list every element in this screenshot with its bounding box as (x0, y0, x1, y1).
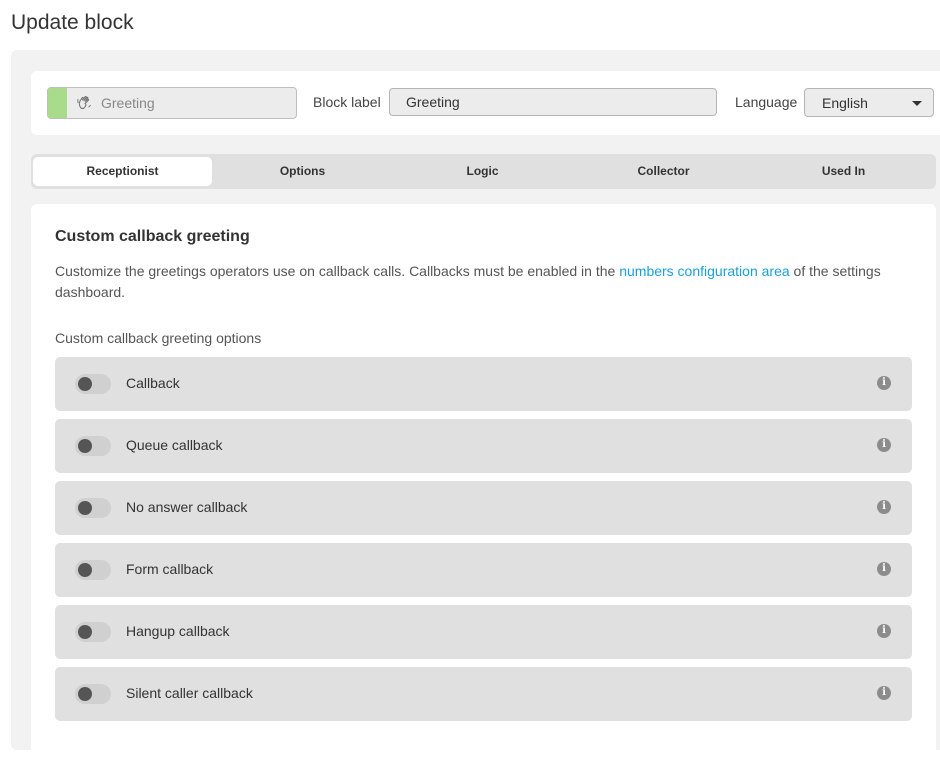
info-icon[interactable]: i (877, 624, 891, 638)
option-label: No answer callback (126, 499, 248, 515)
option-row-callback: Callback i (55, 357, 912, 411)
toggle-knob (78, 439, 92, 453)
info-icon[interactable]: i (877, 686, 891, 700)
waving-hand-icon (77, 95, 91, 110)
silent-caller-callback-toggle[interactable] (75, 684, 111, 704)
queue-callback-toggle[interactable] (75, 436, 111, 456)
option-label: Queue callback (126, 437, 223, 453)
toggle-knob (78, 563, 92, 577)
toggle-knob (78, 377, 92, 391)
option-row-silent-caller-callback: Silent caller callback i (55, 667, 912, 721)
numbers-configuration-link[interactable]: numbers configuration area (619, 263, 789, 279)
callback-toggle[interactable] (75, 374, 111, 394)
info-icon[interactable]: i (877, 562, 891, 576)
tab-used-in[interactable]: Used In (754, 157, 933, 186)
language-value: English (822, 95, 868, 111)
option-row-form-callback: Form callback i (55, 543, 912, 597)
description-text: Customize the greetings operators use on… (55, 263, 620, 279)
block-type-name: Greeting (101, 95, 155, 111)
info-icon[interactable]: i (877, 376, 891, 390)
tab-bar: Receptionist Options Logic Collector Use… (31, 154, 936, 189)
tab-options[interactable]: Options (213, 157, 392, 186)
block-label-input[interactable] (389, 88, 717, 116)
option-label: Callback (126, 375, 180, 391)
option-label: Form callback (126, 561, 214, 577)
option-row-no-answer-callback: No answer callback i (55, 481, 912, 535)
form-callback-toggle[interactable] (75, 560, 111, 580)
page-title: Update block (11, 11, 134, 34)
section-description: Customize the greetings operators use on… (55, 261, 905, 303)
toggle-knob (78, 687, 92, 701)
toggle-knob (78, 625, 92, 639)
info-icon[interactable]: i (877, 500, 891, 514)
info-icon[interactable]: i (877, 438, 891, 452)
toggle-knob (78, 501, 92, 515)
language-select[interactable]: English (804, 88, 934, 117)
hangup-callback-toggle[interactable] (75, 622, 111, 642)
chevron-down-icon (912, 101, 922, 106)
block-type-indicator: Greeting (47, 87, 297, 119)
option-label: Hangup callback (126, 623, 230, 639)
block-type-color-strip (48, 88, 67, 118)
option-row-hangup-callback: Hangup callback i (55, 605, 912, 659)
option-label: Silent caller callback (126, 685, 253, 701)
no-answer-callback-toggle[interactable] (75, 498, 111, 518)
tab-receptionist[interactable]: Receptionist (33, 157, 212, 186)
section-title: Custom callback greeting (55, 228, 250, 245)
language-label: Language (735, 94, 798, 110)
block-label-label: Block label (313, 94, 381, 110)
tab-collector[interactable]: Collector (574, 157, 753, 186)
tab-logic[interactable]: Logic (393, 157, 572, 186)
option-row-queue-callback: Queue callback i (55, 419, 912, 473)
options-label: Custom callback greeting options (55, 330, 262, 346)
